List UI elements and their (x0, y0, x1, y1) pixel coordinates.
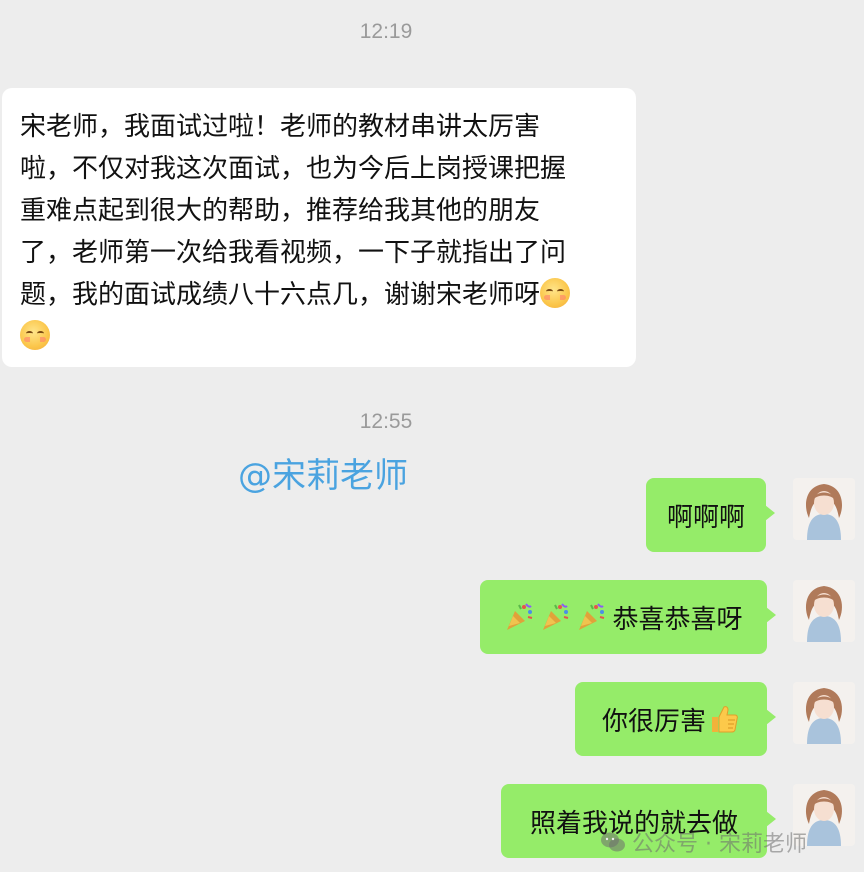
outgoing-message-bubble[interactable]: 恭喜恭喜呀 (480, 580, 776, 654)
incoming-message-bubble[interactable]: 宋老师，我面试过啦！老师的教材串讲太厉害 啦，不仅对我这次面试，也为今后上岗授课… (2, 88, 636, 367)
party-popper-icon (540, 602, 570, 632)
message-text-line: 题，我的面试成绩八十六点几，谢谢宋老师呀 (20, 274, 626, 316)
message-text-line: 宋老师，我面试过啦！老师的教材串讲太厉害 (20, 112, 541, 142)
outgoing-message-bubble[interactable]: 你很厉害 (575, 682, 776, 756)
avatar[interactable] (793, 478, 855, 540)
message-text: 啊啊啊 (666, 502, 745, 533)
avatar[interactable] (793, 580, 855, 642)
party-popper-icon (576, 602, 606, 632)
message-text: 恭喜恭喜呀 (612, 604, 743, 635)
timestamp: 12:19 (359, 20, 413, 43)
mention-text[interactable]: @宋莉老师 (238, 448, 408, 497)
party-popper-icon (504, 602, 534, 632)
relieved-face-icon (540, 278, 571, 308)
avatar[interactable] (793, 682, 855, 744)
watermark: 公众号 · 宋莉老师 (600, 826, 807, 858)
thumbs-up-icon (708, 703, 740, 735)
message-text-line: 重难点起到很大的帮助，推荐给我其他的朋友 (20, 196, 541, 226)
relieved-face-icon (20, 320, 50, 350)
timestamp: 12:55 (359, 410, 413, 433)
message-text: 你很厉害 (601, 706, 706, 737)
outgoing-message-bubble[interactable]: 啊啊啊 (646, 478, 775, 552)
message-text-line: 啦，不仅对我这次面试，也为今后上岗授课把握 (20, 154, 567, 184)
wechat-icon (601, 832, 625, 852)
message-text-line (20, 316, 626, 358)
message-text-line: 了，老师第一次给我看视频，一下子就指出了问 (20, 238, 567, 268)
watermark-text: 公众号 · 宋莉老师 (632, 832, 807, 857)
